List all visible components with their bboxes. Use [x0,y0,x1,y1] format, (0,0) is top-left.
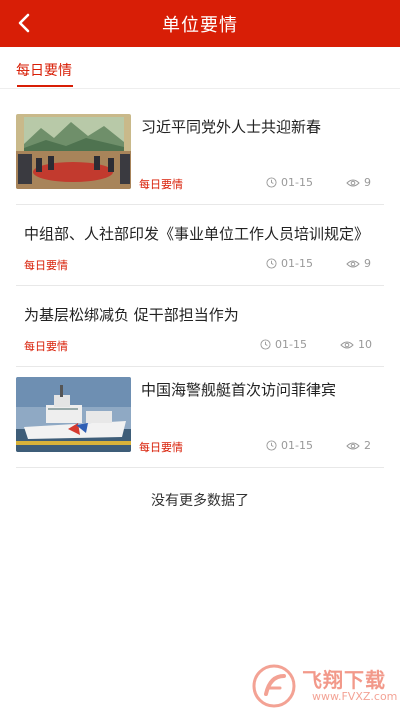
article-views: 2 [346,439,371,452]
top-app-bar: 单位要情 [0,0,400,47]
article-category: 每日要情 [24,259,68,272]
article-views: 9 [346,257,371,270]
clock-icon [266,440,277,451]
article-date-text: 01-15 [281,257,313,270]
article-category: 每日要情 [24,340,68,353]
watermark-name: 飞翔下载 [302,668,386,692]
article-thumbnail [16,377,131,452]
watermark-url: www.FVXZ.com [312,690,398,703]
list-item[interactable]: 习近平同党外人士共迎新春 每日要情 01-15 9 [16,104,384,205]
article-category: 每日要情 [139,178,183,191]
article-date: 01-15 [266,176,313,189]
article-views-count: 9 [364,257,371,270]
watermark-emblem-icon [252,664,296,708]
eye-icon [346,179,360,186]
article-list: 习近平同党外人士共迎新春 每日要情 01-15 9 中组部、人社部印发《事业单位… [16,104,384,468]
article-category: 每日要情 [139,441,183,454]
article-date: 01-15 [266,257,313,270]
tab-bar: 每日要情 [0,47,400,89]
article-views-count: 2 [364,439,371,452]
article-views-count: 10 [358,338,372,351]
eye-icon [346,260,360,267]
article-title: 中国海警舰艇首次访问菲律宾 [141,381,337,399]
article-date: 01-15 [260,338,307,351]
article-title: 为基层松绑减负 促干部担当作为 [24,306,239,324]
article-date: 01-15 [266,439,313,452]
article-thumbnail [16,114,131,189]
clock-icon [266,258,277,269]
watermark-logo: 飞翔下载 www.FVXZ.com [250,660,398,710]
eye-icon [340,341,354,348]
article-views-count: 9 [364,176,371,189]
clock-icon [260,339,271,350]
list-item[interactable]: 中国海警舰艇首次访问菲律宾 每日要情 01-15 2 [16,367,384,468]
article-title: 习近平同党外人士共迎新春 [141,118,322,136]
article-date-text: 01-15 [275,338,307,351]
article-date-text: 01-15 [281,439,313,452]
eye-icon [346,442,360,449]
article-views: 9 [346,176,371,189]
article-title: 中组部、人社部印发《事业单位工作人员培训规定》 [24,225,370,243]
no-more-data-text: 没有更多数据了 [151,493,249,509]
list-item[interactable]: 为基层松绑减负 促干部担当作为 每日要情 01-15 10 [16,286,384,367]
page-title: 单位要情 [162,15,238,36]
tab-daily-news[interactable]: 每日要情 [16,60,72,80]
clock-icon [266,177,277,188]
article-date-text: 01-15 [281,176,313,189]
article-views: 10 [340,338,372,351]
tab-active-indicator [17,85,73,87]
list-item[interactable]: 中组部、人社部印发《事业单位工作人员培训规定》 每日要情 01-15 9 [16,205,384,286]
